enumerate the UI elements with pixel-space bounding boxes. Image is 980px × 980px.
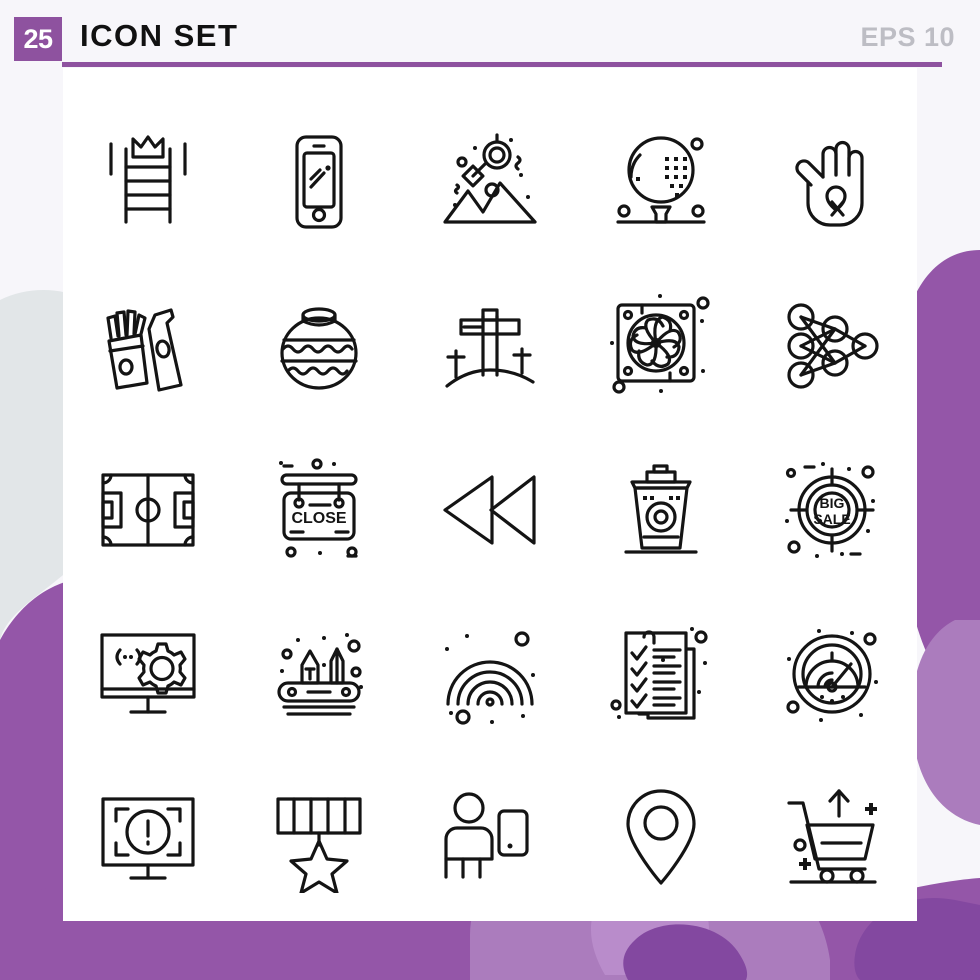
icon-cell-16[interactable] <box>63 592 234 756</box>
icon-cell-12[interactable]: CLOSE <box>234 428 405 592</box>
speedometer-icon <box>785 629 878 722</box>
icon-cell-3[interactable] <box>405 100 576 264</box>
icon-cell-11[interactable] <box>63 428 234 592</box>
web-development-icon <box>100 633 196 714</box>
format-label: EPS 10 <box>860 22 955 52</box>
icon-cell-10[interactable] <box>746 264 917 428</box>
icon-cell-17[interactable] <box>234 592 405 756</box>
icon-cell-23[interactable] <box>405 756 576 920</box>
coffee-cup-icon <box>624 464 698 554</box>
page-title: ICON SET <box>80 18 239 53</box>
icon-cell-24[interactable] <box>575 756 746 920</box>
icon-grid: CLOSE BIG SALE <box>63 100 917 920</box>
icon-cell-13[interactable] <box>405 428 576 592</box>
neural-network-icon <box>786 303 879 389</box>
icon-cell-18[interactable] <box>405 592 576 756</box>
icon-cell-21[interactable] <box>63 756 234 920</box>
calvary-crosses-icon <box>445 308 535 388</box>
big-sale-target-icon: BIG SALE <box>784 462 875 558</box>
cooling-fan-icon <box>609 294 710 394</box>
checklist-icon <box>610 627 708 720</box>
alert-monitor-icon <box>101 797 195 880</box>
shopping-cart-up-icon <box>786 789 877 884</box>
fries-drink-icon <box>106 308 183 392</box>
icon-cell-19[interactable] <box>575 592 746 756</box>
golf-ball-tee-icon <box>616 136 706 224</box>
icon-cell-15[interactable]: BIG SALE <box>746 428 917 592</box>
poster-header: 25 ICON SET EPS 10 <box>0 0 980 68</box>
icon-cell-4[interactable] <box>575 100 746 264</box>
location-pin-icon <box>626 789 696 885</box>
close-sign-text: CLOSE <box>292 510 347 527</box>
icon-cell-5[interactable] <box>746 100 917 264</box>
header-divider-rule <box>62 62 942 67</box>
icon-cell-14[interactable] <box>575 428 746 592</box>
icon-cell-2[interactable] <box>234 100 405 264</box>
soccer-field-icon <box>101 473 195 547</box>
star-medal-icon <box>276 797 362 893</box>
icon-cell-1[interactable] <box>63 100 234 264</box>
icon-cell-6[interactable] <box>63 264 234 428</box>
icon-cell-8[interactable] <box>405 264 576 428</box>
icon-set-poster: 25 ICON SET EPS 10 CLOSE BIG SALE <box>0 0 980 980</box>
icon-cell-22[interactable] <box>234 756 405 920</box>
icon-cell-7[interactable] <box>234 264 405 428</box>
icon-cell-9[interactable] <box>575 264 746 428</box>
smartphone-icon <box>295 135 343 229</box>
hand-ribbon-icon <box>794 140 864 227</box>
big-sale-text-line1: BIG <box>819 495 844 511</box>
clay-pot-icon <box>280 307 358 390</box>
close-sign-icon: CLOSE <box>279 458 358 558</box>
icon-cell-25[interactable] <box>746 756 917 920</box>
rewind-icon <box>443 475 536 545</box>
ladder-crown-icon <box>109 135 187 224</box>
icon-cell-20[interactable] <box>746 592 917 756</box>
user-mobile-icon <box>444 792 529 879</box>
satellite-mountains-icon <box>443 133 537 224</box>
design-tools-icon <box>277 633 364 716</box>
signal-waves-icon <box>444 631 535 725</box>
big-sale-text-line2: SALE <box>813 511 850 527</box>
icon-count-badge: 25 <box>14 17 62 61</box>
